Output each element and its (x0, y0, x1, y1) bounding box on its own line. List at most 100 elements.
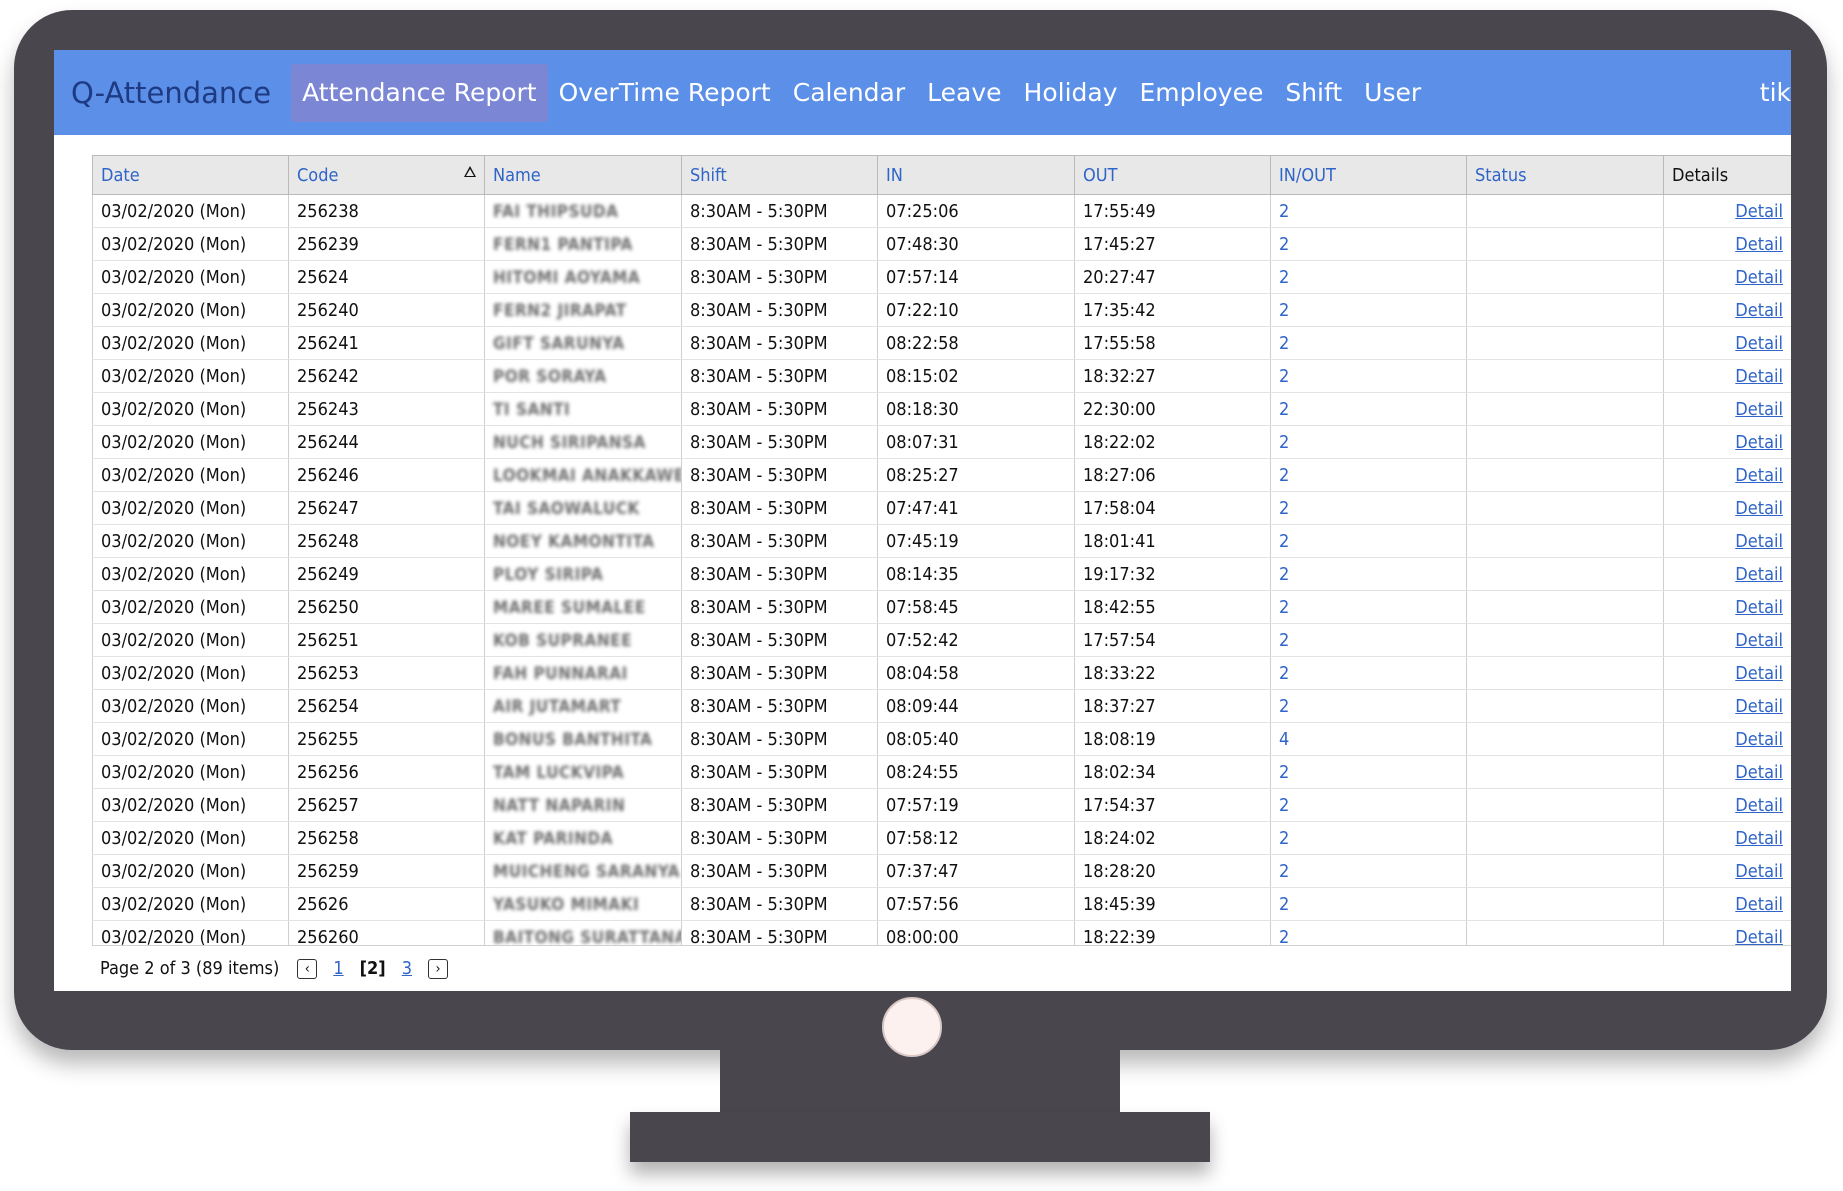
detail-link[interactable]: Detail (1735, 762, 1783, 783)
nav-employee[interactable]: Employee (1129, 64, 1275, 122)
table-row[interactable]: 03/02/2020 (Mon) 25626 YASUKO MIMAKI 8:30AM… (92, 887, 1791, 921)
nav-attendance-report[interactable]: Attendance Report (291, 63, 548, 122)
cell-code: 256241 (288, 326, 485, 360)
nav-calendar[interactable]: Calendar (782, 64, 916, 122)
table-row[interactable]: 03/02/2020 (Mon) 256253 FAH PUNNARAI 8:30AM… (92, 656, 1791, 690)
cell-code: 256238 (288, 194, 485, 228)
detail-link[interactable]: Detail (1735, 399, 1783, 420)
table-row[interactable]: 03/02/2020 (Mon) 256238 FAI THIPSUDA 8:30AM… (92, 194, 1791, 228)
cell-inout: 2 (1270, 854, 1467, 888)
cell-in: 08:05:40 (877, 722, 1075, 756)
cell-date: 03/02/2020 (Mon) (92, 293, 289, 327)
pager-page-3[interactable]: 3 (402, 958, 412, 979)
cell-shift: 8:30AM - 5:30PM (681, 293, 878, 327)
detail-link[interactable]: Detail (1735, 465, 1783, 486)
table-row[interactable]: 03/02/2020 (Mon) 256260 BAITONG SURATTANA 8… (92, 920, 1791, 946)
detail-link[interactable]: Detail (1735, 597, 1783, 618)
cell-date: 03/02/2020 (Mon) (92, 392, 289, 426)
table-row[interactable]: 03/02/2020 (Mon) 256241 GIFT SARUNYA 8:30AM… (92, 326, 1791, 360)
detail-link[interactable]: Detail (1735, 795, 1783, 816)
column-header-shift[interactable]: Shift (681, 155, 878, 195)
column-header-name[interactable]: Name (484, 155, 682, 195)
cell-in: 07:45:19 (877, 524, 1075, 558)
detail-link[interactable]: Detail (1735, 300, 1783, 321)
table-row[interactable]: 03/02/2020 (Mon) 256259 MUICHENG SARANYA 8:… (92, 854, 1791, 888)
pager-next-button[interactable]: › (428, 958, 449, 979)
table-row[interactable]: 03/02/2020 (Mon) 256256 TAM LUCKVIPA 8:30AM… (92, 755, 1791, 789)
table-row[interactable]: 03/02/2020 (Mon) 256246 LOOKMAI ANAKKAWEE 8… (92, 458, 1791, 492)
detail-link[interactable]: Detail (1735, 333, 1783, 354)
nav-shift[interactable]: Shift (1274, 64, 1353, 122)
table-row[interactable]: 03/02/2020 (Mon) 256255 BONUS BANTHITA 8:30… (92, 722, 1791, 756)
table-row[interactable]: 03/02/2020 (Mon) 256240 FERN2 JIRAPAT 8:30A… (92, 293, 1791, 327)
cell-code: 256250 (288, 590, 485, 624)
cell-name: TAM LUCKVIPA (484, 755, 682, 789)
table-row[interactable]: 03/02/2020 (Mon) 256257 NATT NAPARIN 8:30AM… (92, 788, 1791, 822)
nav-overtime-report[interactable]: OverTime Report (548, 64, 782, 122)
attendance-grid-area[interactable]: Date Code Name Shift IN OUT IN/OUT Statu… (92, 155, 1791, 945)
cell-status (1466, 590, 1664, 624)
cell-out: 18:28:20 (1074, 854, 1271, 888)
employee-name-blurred: FERN1 PANTIPA (493, 234, 633, 255)
cell-in: 08:24:55 (877, 755, 1075, 789)
detail-link[interactable]: Detail (1735, 531, 1783, 552)
table-row[interactable]: 03/02/2020 (Mon) 256250 MAREE SUMALEE 8:30A… (92, 590, 1791, 624)
table-row[interactable]: 03/02/2020 (Mon) 256251 KOB SUPRANEE 8:30AM… (92, 623, 1791, 657)
cell-name: KOB SUPRANEE (484, 623, 682, 657)
column-header-in[interactable]: IN (877, 155, 1075, 195)
detail-link[interactable]: Detail (1735, 696, 1783, 717)
detail-link[interactable]: Detail (1735, 564, 1783, 585)
detail-link[interactable]: Detail (1735, 432, 1783, 453)
pager-page-1[interactable]: 1 (333, 958, 343, 979)
cell-detail: Detail (1663, 293, 1791, 327)
cell-shift: 8:30AM - 5:30PM (681, 590, 878, 624)
cell-in: 07:25:06 (877, 194, 1075, 228)
employee-name-blurred: AIR JUTAMART (493, 696, 622, 717)
cell-date: 03/02/2020 (Mon) (92, 557, 289, 591)
table-row[interactable]: 03/02/2020 (Mon) 256242 POR SORAYA 8:30AM -… (92, 359, 1791, 393)
nav-user[interactable]: User (1353, 64, 1432, 122)
pager-prev-button[interactable]: ‹ (297, 958, 318, 979)
column-header-code[interactable]: Code (288, 155, 485, 195)
detail-link[interactable]: Detail (1735, 234, 1783, 255)
column-header-inout[interactable]: IN/OUT (1270, 155, 1467, 195)
column-header-out[interactable]: OUT (1074, 155, 1271, 195)
table-row[interactable]: 03/02/2020 (Mon) 256243 TI SANTI 8:30AM - 5… (92, 392, 1791, 426)
table-row[interactable]: 03/02/2020 (Mon) 256244 NUCH SIRIPANSA 8:30… (92, 425, 1791, 459)
cell-in: 07:52:42 (877, 623, 1075, 657)
nav-holiday[interactable]: Holiday (1013, 64, 1129, 122)
detail-link[interactable]: Detail (1735, 861, 1783, 882)
table-row[interactable]: 03/02/2020 (Mon) 256249 PLOY SIRIPA 8:30AM … (92, 557, 1791, 591)
cell-status (1466, 656, 1664, 690)
cell-date: 03/02/2020 (Mon) (92, 425, 289, 459)
detail-link[interactable]: Detail (1735, 201, 1783, 222)
detail-link[interactable]: Detail (1735, 828, 1783, 849)
cell-detail: Detail (1663, 590, 1791, 624)
detail-link[interactable]: Detail (1735, 366, 1783, 387)
cell-in: 07:57:14 (877, 260, 1075, 294)
employee-name-blurred: TAI SAOWALUCK (493, 498, 640, 519)
detail-link[interactable]: Detail (1735, 267, 1783, 288)
detail-link[interactable]: Detail (1735, 927, 1783, 946)
detail-link[interactable]: Detail (1735, 630, 1783, 651)
column-header-status[interactable]: Status (1466, 155, 1664, 195)
detail-link[interactable]: Detail (1735, 663, 1783, 684)
table-row[interactable]: 03/02/2020 (Mon) 256254 AIR JUTAMART 8:30AM… (92, 689, 1791, 723)
table-row[interactable]: 03/02/2020 (Mon) 256258 KAT PARINDA 8:30AM … (92, 821, 1791, 855)
cell-inout: 2 (1270, 260, 1467, 294)
cell-date: 03/02/2020 (Mon) (92, 458, 289, 492)
table-row[interactable]: 03/02/2020 (Mon) 256248 NOEY KAMONTITA 8:30… (92, 524, 1791, 558)
column-header-date[interactable]: Date (92, 155, 289, 195)
current-user-name[interactable]: tik (1760, 50, 1791, 135)
nav-leave[interactable]: Leave (916, 64, 1012, 122)
table-row[interactable]: 03/02/2020 (Mon) 25624 HITOMI AOYAMA 8:30AM… (92, 260, 1791, 294)
detail-link[interactable]: Detail (1735, 729, 1783, 750)
table-row[interactable]: 03/02/2020 (Mon) 256239 FERN1 PANTIPA 8:30A… (92, 227, 1791, 261)
app-brand[interactable]: Q-Attendance (71, 76, 271, 110)
monitor-stand-base (630, 1112, 1210, 1162)
table-row[interactable]: 03/02/2020 (Mon) 256247 TAI SAOWALUCK 8:30A… (92, 491, 1791, 525)
table-header-row: Date Code Name Shift IN OUT IN/OUT Statu… (92, 155, 1791, 195)
detail-link[interactable]: Detail (1735, 498, 1783, 519)
detail-link[interactable]: Detail (1735, 894, 1783, 915)
cell-out: 17:55:58 (1074, 326, 1271, 360)
